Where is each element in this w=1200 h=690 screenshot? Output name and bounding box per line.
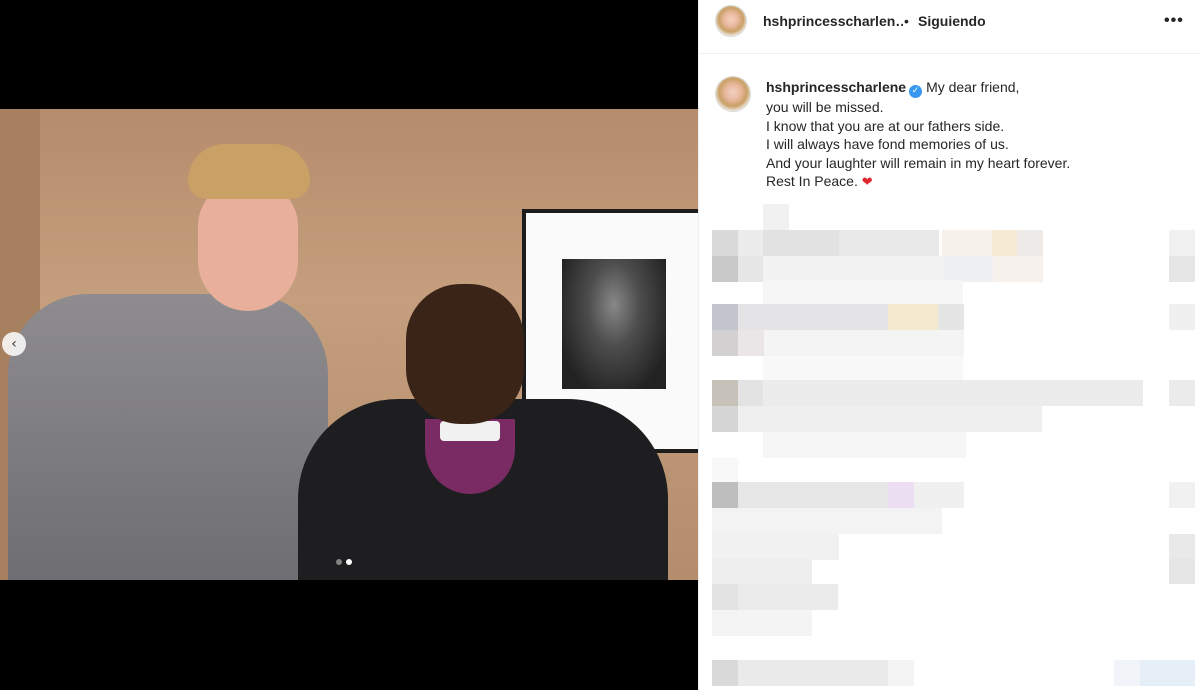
- person-left-coat: [8, 294, 328, 580]
- caption-text: hshprincesscharlene ✓ My dear friend, you …: [766, 78, 1166, 193]
- pixel-block: [1169, 380, 1195, 406]
- header-separator: •: [904, 13, 909, 29]
- caption-line-4: I will always have fond memories of us.: [766, 136, 1009, 152]
- pixel-block: [763, 432, 966, 458]
- pixel-block: [738, 380, 763, 406]
- pixel-block: [712, 584, 738, 610]
- following-button[interactable]: Siguiendo: [918, 13, 986, 29]
- pixel-block: [938, 304, 964, 330]
- caption-line-5: And your laughter will remain in my hear…: [766, 154, 1071, 171]
- pixel-block: [712, 558, 812, 584]
- pixel-block: [914, 482, 964, 508]
- pixel-block: [1114, 660, 1140, 686]
- caption-avatar[interactable]: [715, 76, 751, 112]
- carousel-dot: [336, 559, 342, 565]
- post-photo: [0, 109, 698, 580]
- caption-line-2: you will be missed.: [766, 99, 884, 115]
- pixel-block: [763, 204, 789, 230]
- pixel-block: [712, 534, 839, 560]
- pixel-block: [712, 330, 738, 356]
- pixel-block: [942, 230, 992, 256]
- pixel-block: [712, 304, 738, 330]
- pixel-block: [1169, 482, 1195, 508]
- more-options-icon[interactable]: •••: [1164, 12, 1184, 30]
- pixel-block: [763, 256, 943, 282]
- pixel-block: [943, 256, 993, 282]
- pixel-block: [712, 406, 738, 432]
- post-media: ‹: [0, 0, 698, 690]
- carousel-prev-button[interactable]: ‹: [2, 332, 26, 356]
- pixel-block: [992, 230, 1017, 256]
- post-header: hshprincesscharlen… • Siguiendo •••: [699, 0, 1200, 54]
- pixel-block: [712, 230, 738, 256]
- pixel-block: [763, 280, 963, 306]
- pixel-block: [738, 304, 888, 330]
- caption-username-link[interactable]: hshprincesscharlene: [766, 79, 906, 95]
- pixel-block: [1017, 230, 1043, 256]
- avatar[interactable]: [715, 5, 747, 37]
- portrait-image: [562, 259, 666, 389]
- pixel-block: [1169, 230, 1195, 256]
- pixel-block: [888, 482, 914, 508]
- pixel-block: [738, 330, 764, 356]
- pixel-block: [712, 660, 738, 686]
- caption-line-6: Rest In Peace.: [766, 173, 858, 189]
- clerical-collar: [440, 421, 500, 441]
- pixel-block: [888, 304, 938, 330]
- person-left-hair: [188, 144, 310, 199]
- person-left-face: [198, 181, 298, 311]
- pixel-block: [1140, 660, 1195, 686]
- pixel-block: [738, 482, 888, 508]
- pixel-block: [839, 230, 939, 256]
- pixel-block: [763, 230, 839, 256]
- pixel-block: [1169, 534, 1195, 560]
- person-right-face: [406, 284, 524, 424]
- pixel-block: [712, 610, 812, 636]
- pixelated-comments: [699, 200, 1200, 690]
- header-username-link[interactable]: hshprincesscharlen…: [763, 13, 903, 29]
- pixel-block: [712, 256, 738, 282]
- pixel-block: [1169, 256, 1195, 282]
- pixel-block: [738, 584, 838, 610]
- pixel-block: [1169, 304, 1195, 330]
- pixel-block: [738, 660, 888, 686]
- pixel-block: [712, 508, 942, 534]
- carousel-dot-active: [346, 559, 352, 565]
- pixel-block: [712, 482, 738, 508]
- caption-first-line: hshprincesscharlene ✓ My dear friend,: [766, 78, 1166, 98]
- verified-badge-icon: ✓: [909, 85, 923, 98]
- pixel-block: [764, 330, 964, 356]
- caption-last-line: Rest In Peace. ❤: [766, 172, 1166, 193]
- pixel-block: [738, 406, 1042, 432]
- caption-line-3: I know that you are at our fathers side.: [766, 117, 1005, 134]
- post-sidebar: hshprincesscharlen… • Siguiendo ••• hshp…: [698, 0, 1200, 690]
- pixel-block: [738, 230, 763, 256]
- caption-line-1: My dear friend,: [926, 79, 1020, 95]
- pixel-block: [763, 380, 1143, 406]
- carousel-indicator: [336, 559, 352, 565]
- heart-emoji-icon: ❤: [861, 175, 873, 190]
- pixel-block: [738, 256, 763, 282]
- pixel-block: [712, 458, 738, 484]
- pixel-block: [1169, 558, 1195, 584]
- pixel-block: [888, 660, 914, 686]
- pixel-block: [993, 256, 1043, 282]
- pixel-block: [763, 356, 963, 382]
- pixel-block: [712, 380, 738, 406]
